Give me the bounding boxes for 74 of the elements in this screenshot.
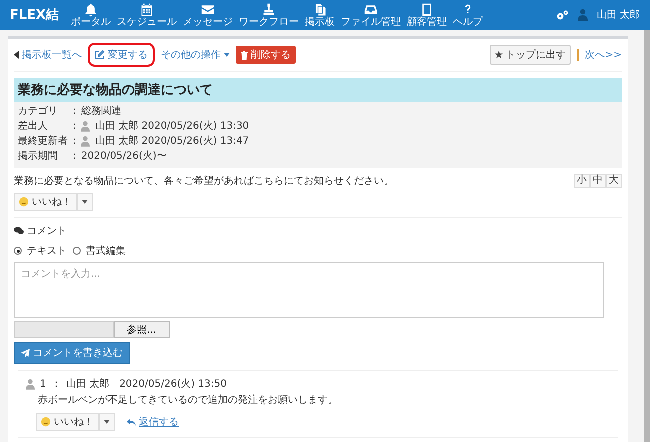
nav-item[interactable]: ファイル管理 [339,2,404,28]
meta-value: 2020/05/26(火)〜 [81,150,167,164]
submit-comment-button[interactable]: コメントを書き込む [14,342,130,364]
caret-down-icon [104,420,110,424]
reply-arrow-icon [127,418,136,426]
meta-colon: : [73,135,76,149]
user-name[interactable]: 山田 太郎 [596,8,640,22]
meta-value: 山田 太郎 2020/05/26(火) 13:47 [95,134,250,149]
edit-link[interactable]: 変更する [88,43,155,67]
user-icon [81,121,90,132]
comment-input[interactable]: コメントを入力... [14,262,604,318]
post-title: 業務に必要な物品の調達について [14,78,622,102]
scrollbar[interactable] [644,30,650,442]
file-path-field[interactable] [14,321,114,338]
caret-left-icon [14,51,19,59]
like-button[interactable]: いいね！ [14,193,77,211]
comment-text: 赤ボールペンが不足してきているので追加の発注をお願いします。 [38,394,339,407]
tablet-icon [420,2,434,16]
trash-icon [241,50,248,60]
inbox-tray-icon [364,2,378,16]
nav-item[interactable]: メッセージ [181,2,236,28]
meta-label: 差出人 [18,120,49,134]
gears-icon[interactable] [556,10,569,20]
comment-separator: ： [51,378,62,391]
font-size-button[interactable]: 大 [606,174,622,188]
font-size-button[interactable]: 中 [590,174,606,188]
more-actions-link[interactable]: その他の操作 [161,48,230,62]
comment-time: 2020/05/26(火) 13:50 [120,378,227,391]
meta-label: カテゴリ [18,105,59,119]
comments-icon [14,227,24,235]
like-button[interactable]: いいね！ [36,413,99,431]
nav-item[interactable]: 顧客管理 [405,2,450,28]
font-size-button[interactable]: 小 [574,174,590,188]
nav-item[interactable]: 掲示板 [303,2,338,28]
like-dropdown[interactable] [77,193,93,211]
meta-value: 総務関連 [81,104,122,119]
meta-colon: : [73,120,76,134]
nav-item[interactable]: ヘルプ [451,2,486,28]
pin-to-top-button[interactable]: トップに出す [490,45,572,65]
caret-down-icon [224,53,230,57]
documents-icon [313,2,328,16]
next-link[interactable]: 次へ>> [585,48,622,62]
meta-colon: : [73,150,76,164]
browse-button[interactable]: 参照... [114,321,170,338]
nav-item[interactable]: ポータル [69,2,114,28]
comment-author: 山田 太郎 [66,378,110,391]
calendar-icon [140,2,154,16]
nav-item[interactable]: ワークフロー [237,2,302,28]
smiley-icon [41,417,51,427]
delete-button[interactable]: 削除する [236,46,296,64]
meta-value: 山田 太郎 2020/05/26(火) 13:30 [95,120,250,134]
mode-radio[interactable]: テキスト [14,244,67,258]
envelope-icon [201,2,216,16]
pencil-icon [95,50,105,60]
star-icon [495,51,504,59]
app-logo: FLEX結 [10,7,60,24]
nav-item[interactable]: スケジュール [115,2,180,28]
smiley-icon [19,197,29,207]
comment-heading: コメント [27,225,67,238]
user-icon [578,9,588,21]
post-body: 業務に必要となる物品について、各々ご希望があればこちらにてお知らせください。 [14,174,394,188]
like-dropdown[interactable] [99,413,115,431]
meta-label: 最終更新者 [18,134,66,149]
mode-radio[interactable]: 書式編集 [73,244,126,258]
stamp-icon [262,2,276,16]
meta-label: 掲示期間 [18,150,59,164]
comment-number: 1 [40,378,46,390]
user-icon [81,136,90,147]
back-link[interactable]: 掲示板一覧へ [14,48,82,62]
paper-plane-icon [21,348,30,358]
meta-colon: : [73,105,76,119]
bell-icon [84,2,98,16]
caret-down-icon [82,200,88,204]
user-icon [26,378,35,390]
